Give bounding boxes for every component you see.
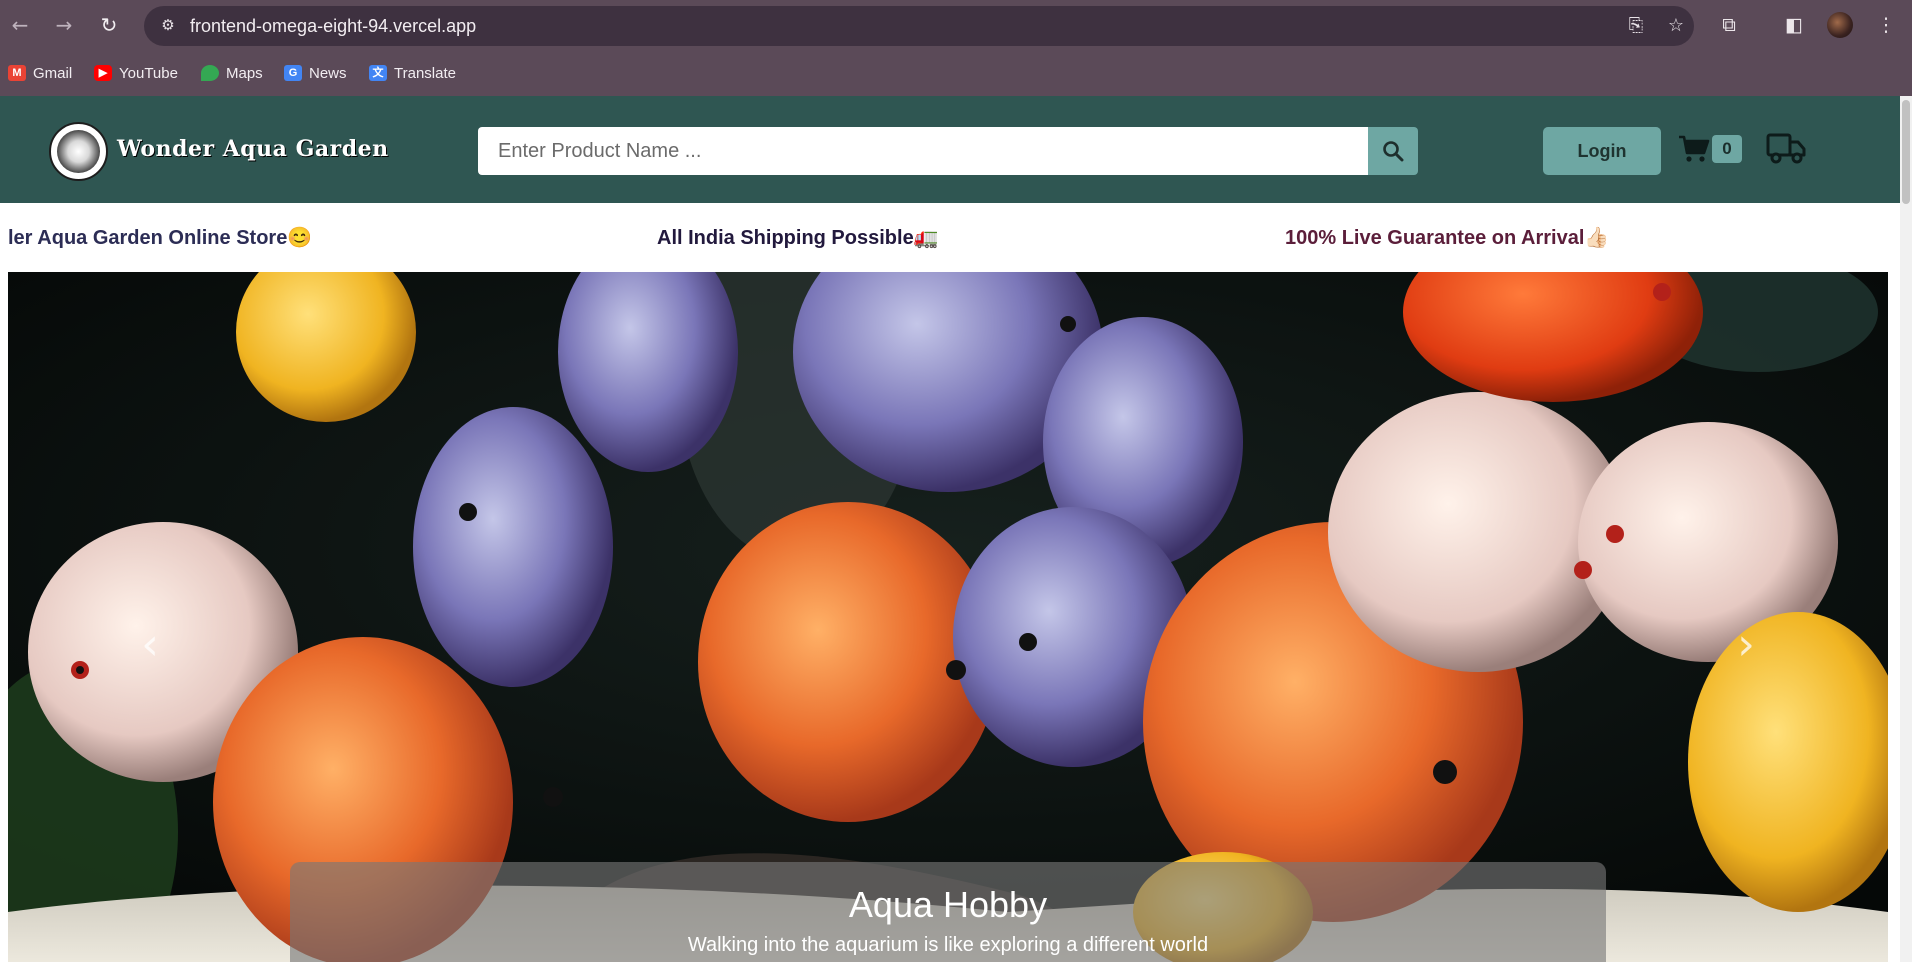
carousel-next-button[interactable]: › [1728,617,1764,673]
search-icon [1383,141,1404,162]
brand-logo[interactable] [49,122,108,181]
bookmark-label: Maps [226,64,263,82]
bookmark-label: News [309,64,347,82]
carousel-prev-button[interactable]: ‹ [132,617,168,673]
side-panel-icon[interactable]: ◧ [1781,12,1807,38]
announcement-marquee: ler Aqua Garden Online Store😊 All India … [0,203,1900,271]
hero-caption: Aqua Hobby Walking into the aquarium is … [290,862,1606,962]
hero-title: Aqua Hobby [848,884,1048,925]
site-info-icon[interactable]: ⚙ [156,14,180,38]
search-button[interactable] [1368,127,1418,175]
bookmark-gmail[interactable]: M Gmail [8,61,72,85]
page-scrollbar[interactable] [1900,96,1912,962]
marquee-item: ler Aqua Garden Online Store😊 [8,227,313,249]
site-header: Wonder Aqua Garden Login 0 [0,96,1900,203]
menu-kebab-icon[interactable]: ⋮ [1873,12,1899,38]
bookmark-maps[interactable]: Maps [201,61,263,85]
hero-carousel: ‹ › Aqua Hobby Walking into the aquarium… [8,272,1888,962]
product-search-input[interactable] [478,127,1368,175]
url-text[interactable]: frontend-omega-eight-94.vercel.app [190,16,476,37]
install-app-icon[interactable]: ⎘ [1624,14,1648,38]
gmail-icon: M [8,65,26,81]
reload-icon[interactable]: ↻ [96,12,122,38]
forward-icon[interactable]: → [51,12,77,38]
brand-name[interactable]: Wonder Aqua Garden [117,136,389,162]
bookmark-youtube[interactable]: ▶ YouTube [94,61,178,85]
translate-icon: 文 [369,65,387,81]
hero-subtitle: Walking into the aquarium is like explor… [687,934,1209,956]
bookmark-news[interactable]: G News [284,61,347,85]
bookmark-label: Gmail [33,64,73,82]
bookmarks-bar: M Gmail ▶ YouTube Maps G News 文 Translat… [0,50,1912,96]
hero-image-discus-fish [8,272,1888,962]
logo-emblem [57,130,100,173]
browser-toolbar: ← → ↻ ⚙ frontend-omega-eight-94.vercel.a… [0,0,1912,50]
maps-icon [201,65,219,81]
bookmark-label: Translate [394,64,456,82]
bookmark-label: YouTube [119,64,178,82]
youtube-icon: ▶ [94,65,112,81]
marquee-item: All India Shipping Possible🚛 [657,227,939,249]
extensions-icon[interactable]: ⧉ [1716,12,1742,38]
address-bar[interactable]: ⚙ frontend-omega-eight-94.vercel.app ⎘ ☆ [144,6,1694,46]
bookmark-star-icon[interactable]: ☆ [1664,14,1688,38]
news-icon: G [284,65,302,81]
back-icon[interactable]: ← [7,12,33,38]
delivery-truck-icon[interactable] [1766,130,1806,166]
login-button[interactable]: Login [1543,127,1661,175]
cart-icon[interactable] [1678,134,1710,164]
cart-count-badge[interactable]: 0 [1712,135,1742,163]
profile-avatar[interactable] [1827,12,1853,38]
scrollbar-thumb[interactable] [1902,100,1910,204]
marquee-item: 100% Live Guarantee on Arrival👍🏻 [1285,227,1610,249]
bookmark-translate[interactable]: 文 Translate [369,61,456,85]
